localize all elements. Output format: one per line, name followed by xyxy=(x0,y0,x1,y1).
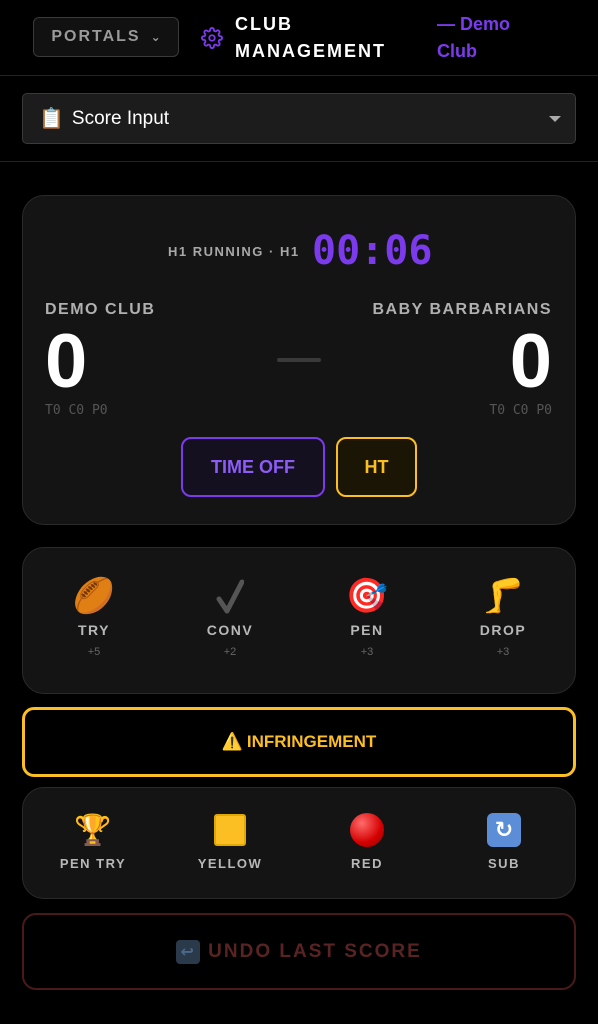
gear-icon xyxy=(201,27,223,49)
target-icon: 🎯 xyxy=(345,577,389,615)
trophy-icon: 🏆 xyxy=(74,813,112,847)
half-time-button[interactable]: HT xyxy=(336,437,417,497)
conv-points: +2 xyxy=(223,646,237,658)
try-points: +5 xyxy=(87,646,101,658)
penalty-button[interactable]: 🎯 PEN +3 xyxy=(317,575,417,658)
check-icon xyxy=(216,579,244,614)
conv-label: CONV xyxy=(206,622,254,638)
yellow-card-button[interactable]: YELLOW xyxy=(180,812,280,871)
club-name-tag: — Demo Club xyxy=(437,14,511,61)
red-card-icon xyxy=(350,813,384,847)
away-score-breakdown: T0 C0 P0 xyxy=(489,403,552,418)
caret-down-icon xyxy=(549,116,561,122)
conversion-button[interactable]: CONV +2 xyxy=(180,575,280,658)
pen-label: PEN xyxy=(350,622,384,638)
warning-icon: ⚠️ xyxy=(221,732,243,751)
portals-label: PORTALS xyxy=(51,28,141,45)
page-title: CLUB MANAGEMENT xyxy=(235,14,386,61)
away-team-name: BABY BARBARIANS xyxy=(372,301,552,318)
away-score: 0 xyxy=(509,319,552,404)
drop-points: +3 xyxy=(496,646,510,658)
yellow-card-icon xyxy=(214,814,246,846)
divider xyxy=(0,161,598,162)
infringement-label: INFRINGEMENT xyxy=(246,732,377,751)
red-label: RED xyxy=(351,856,383,871)
yellow-label: YELLOW xyxy=(197,856,263,871)
red-card-button[interactable]: RED xyxy=(317,812,417,871)
undo-last-score-button[interactable]: ↩ UNDO LAST SCORE xyxy=(22,913,576,990)
time-off-button[interactable]: TIME OFF xyxy=(181,437,325,497)
drop-label: DROP xyxy=(479,622,527,638)
return-arrow-icon: ↩ xyxy=(176,939,201,964)
clipboard-icon: 📋 xyxy=(39,108,64,130)
pen-try-label: PEN TRY xyxy=(59,856,127,871)
chevron-down-icon: ⌄ xyxy=(150,30,161,44)
view-select[interactable]: 📋 Score Input xyxy=(22,93,576,144)
drop-goal-button[interactable]: 🦵 DROP +3 xyxy=(453,575,553,658)
sub-label: SUB xyxy=(488,856,520,871)
match-clock: 00:06 xyxy=(312,228,433,274)
score-separator xyxy=(277,358,321,362)
leg-icon: 🦵 xyxy=(481,577,525,615)
home-score-breakdown: T0 C0 P0 xyxy=(45,403,108,418)
portals-dropdown-button[interactable]: PORTALS ⌄ xyxy=(33,17,179,57)
view-select-value: Score Input xyxy=(71,107,170,129)
home-score: 0 xyxy=(45,319,88,404)
penalty-try-button[interactable]: 🏆 PEN TRY xyxy=(43,812,143,872)
try-button[interactable]: 🏉 TRY +5 xyxy=(44,575,144,658)
pen-points: +3 xyxy=(360,646,374,658)
infringement-button[interactable]: ⚠️ INFRINGEMENT xyxy=(22,707,576,777)
rugby-ball-icon: 🏉 xyxy=(72,577,116,615)
home-team-name: DEMO CLUB xyxy=(45,301,156,318)
substitution-button[interactable]: ↻ SUB xyxy=(454,812,554,871)
substitution-icon: ↻ xyxy=(487,813,521,847)
try-label: TRY xyxy=(78,622,110,638)
top-bar: PORTALS ⌄ CLUB MANAGEMENT — Demo Club xyxy=(0,0,598,76)
undo-label: UNDO LAST SCORE xyxy=(208,940,422,962)
match-status: H1 RUNNING · H1 xyxy=(168,244,300,259)
